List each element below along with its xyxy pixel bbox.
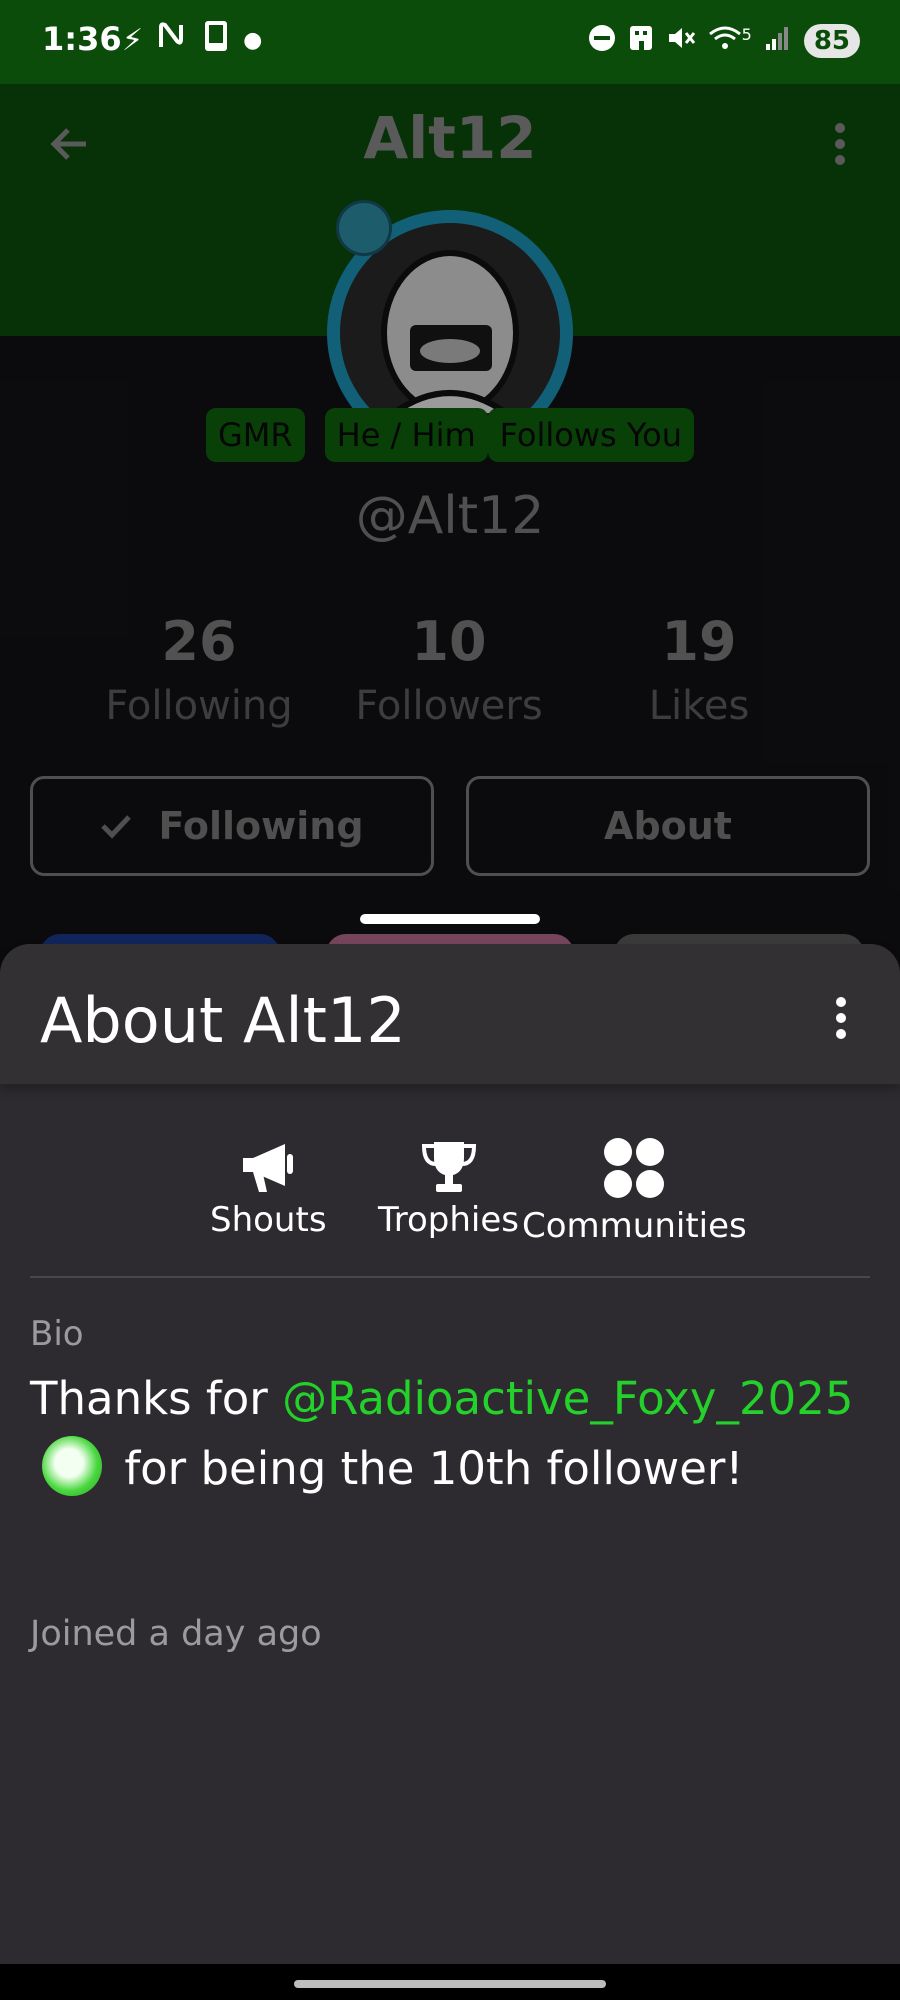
megaphone-icon	[243, 1144, 294, 1192]
status-bar: 1:36 ⚡ ● 5 85	[0, 0, 900, 84]
signal-icon	[764, 24, 792, 59]
more-vertical-icon	[836, 997, 846, 1039]
sheet-more-button[interactable]	[816, 988, 866, 1048]
dot-icon: ●	[243, 27, 263, 53]
status-left-icons: ⚡ ●	[122, 20, 262, 60]
tab-trophies[interactable]: Trophies	[378, 1140, 519, 1240]
gesture-home-bar[interactable]	[294, 1980, 606, 1988]
sheet-header: About Alt12	[0, 944, 900, 1084]
tab-shouts[interactable]: Shouts	[210, 1140, 327, 1240]
wifi-icon	[708, 24, 742, 59]
tab-communities-label: Communities	[522, 1206, 747, 1246]
bio-label: Bio	[30, 1314, 84, 1354]
status-right-icons: 5 85	[588, 20, 860, 62]
bio-text: Thanks for @Radioactive_Foxy_2025 for be…	[30, 1364, 880, 1504]
communities-icon	[604, 1138, 665, 1198]
bio-mention-link[interactable]: @Radioactive_Foxy_2025	[282, 1372, 853, 1425]
bolt-icon: ⚡	[122, 22, 144, 58]
building-icon	[628, 24, 654, 59]
tab-shouts-label: Shouts	[210, 1200, 327, 1240]
phone-icon	[201, 19, 231, 61]
bio-prefix: Thanks for	[30, 1372, 283, 1425]
tabs-divider	[30, 1276, 870, 1278]
mute-icon	[666, 24, 696, 59]
sheet-tabs: Shouts Trophies Communities	[0, 1138, 900, 1260]
gesture-nav-area	[0, 1964, 900, 2000]
about-sheet: About Alt12 Shouts Trophies Communities …	[0, 944, 900, 1964]
tab-communities[interactable]: Communities	[522, 1136, 747, 1246]
sheet-drag-handle[interactable]	[360, 914, 540, 924]
wifi-label: 5	[741, 24, 752, 44]
nfc-icon	[155, 19, 189, 61]
trophy-icon	[421, 1142, 476, 1192]
sheet-title: About Alt12	[40, 984, 406, 1057]
tab-trophies-label: Trophies	[378, 1200, 520, 1240]
do-not-disturb-icon	[588, 24, 616, 59]
mention-avatar[interactable]	[42, 1436, 102, 1496]
status-time: 1:36	[42, 20, 122, 58]
battery-indicator: 85	[803, 24, 860, 58]
bio-suffix: for being the 10th follower!	[124, 1442, 744, 1495]
joined-date: Joined a day ago	[30, 1614, 322, 1654]
